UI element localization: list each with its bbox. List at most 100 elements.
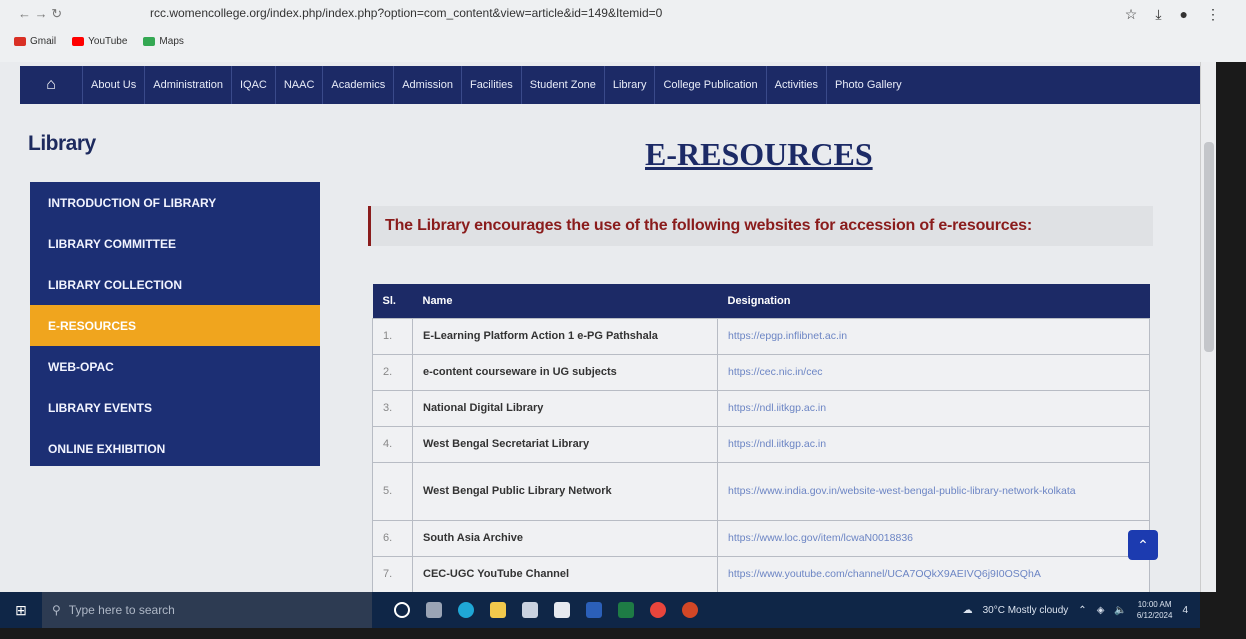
row-sl: 2. <box>372 353 413 391</box>
taskbar-search[interactable]: ⚲ Type here to search <box>42 592 372 628</box>
header-name: Name <box>412 284 718 318</box>
scroll-to-top-button[interactable]: ⌃ <box>1128 530 1158 560</box>
nav-iqac[interactable]: IQAC <box>230 66 275 104</box>
top-navigation: ⌂ About Us Administration IQAC NAAC Acad… <box>20 66 1200 104</box>
row-name: South Asia Archive <box>412 519 718 557</box>
row-sl: 7. <box>372 555 413 592</box>
cortana-icon[interactable] <box>394 602 410 618</box>
powerpoint-icon[interactable] <box>682 602 698 618</box>
search-placeholder: Type here to search <box>68 603 175 617</box>
maps-icon <box>143 37 156 46</box>
page-scrollbar[interactable] <box>1200 62 1216 592</box>
row-link[interactable]: https://ndl.iitkgp.ac.in <box>717 389 1150 427</box>
row-link[interactable]: https://www.loc.gov/item/lcwaN0018836 <box>717 519 1150 557</box>
back-forward-icons[interactable]: ← → ↻ <box>18 6 62 22</box>
excel-icon[interactable] <box>618 602 634 618</box>
row-name: e-content courseware in UG subjects <box>412 353 718 391</box>
row-sl: 1. <box>372 317 413 355</box>
weather-icon: ☁ <box>962 604 973 616</box>
table-row: 5. West Bengal Public Library Network ht… <box>372 461 1150 521</box>
page-title: E-RESOURCES <box>645 136 873 172</box>
word-icon[interactable] <box>586 602 602 618</box>
mail-icon[interactable] <box>554 602 570 618</box>
sidebar-item-events[interactable]: LIBRARY EVENTS <box>30 387 320 428</box>
bookmark-star-icon[interactable]: ☆ <box>1125 6 1138 23</box>
table-row: 2. e-content courseware in UG subjects h… <box>372 353 1150 391</box>
nav-administration[interactable]: Administration <box>144 66 231 104</box>
menu-dots-icon[interactable]: ⋮ <box>1206 6 1220 23</box>
row-link[interactable]: https://cec.nic.in/cec <box>717 353 1150 391</box>
clock-time: 10:00 AM <box>1137 600 1172 609</box>
profile-icon[interactable]: ● <box>1180 6 1188 23</box>
row-link[interactable]: https://epgp.inflibnet.ac.in <box>717 317 1150 355</box>
browser-chrome: ← → ↻ rcc.womencollege.org/index.php/ind… <box>0 0 1246 62</box>
download-icon[interactable]: ⤓ <box>1155 6 1161 23</box>
table-row: 1. E-Learning Platform Action 1 e-PG Pat… <box>372 317 1150 355</box>
chevron-up-icon: ⌃ <box>1137 537 1149 553</box>
store-icon[interactable] <box>522 602 538 618</box>
row-name: West Bengal Public Library Network <box>412 461 718 521</box>
youtube-icon <box>72 37 85 46</box>
web-page: ⌂ About Us Administration IQAC NAAC Acad… <box>0 62 1200 592</box>
nav-about-us[interactable]: About Us <box>82 66 144 104</box>
windows-taskbar: ⊞ ⚲ Type here to search ☁ 30°C Mostly cl… <box>0 592 1200 628</box>
home-icon[interactable]: ⌂ <box>20 66 82 104</box>
sidebar-item-committee[interactable]: LIBRARY COMMITTEE <box>30 223 320 264</box>
nav-student-zone[interactable]: Student Zone <box>520 66 604 104</box>
weather-text[interactable]: 30°C Mostly cloudy <box>983 605 1069 616</box>
sidebar-menu: INTRODUCTION OF LIBRARY LIBRARY COMMITTE… <box>30 182 320 466</box>
nav-admission[interactable]: Admission <box>393 66 461 104</box>
task-view-icon[interactable] <box>426 602 442 618</box>
bookmark-youtube[interactable]: YouTube <box>72 36 127 47</box>
tray-chevron-icon[interactable]: ⌃ <box>1078 605 1086 616</box>
intro-text: The Library encourages the use of the fo… <box>385 217 1032 234</box>
sidebar-item-web-opac[interactable]: WEB-OPAC <box>30 346 320 387</box>
row-link[interactable]: https://www.india.gov.in/website-west-be… <box>717 461 1150 521</box>
intro-banner: The Library encourages the use of the fo… <box>368 206 1153 246</box>
network-icon[interactable]: ◈ <box>1097 605 1105 616</box>
nav-library[interactable]: Library <box>603 66 655 104</box>
sidebar-title: Library <box>28 132 96 155</box>
sidebar-item-introduction[interactable]: INTRODUCTION OF LIBRARY <box>30 182 320 223</box>
taskbar-apps <box>394 602 698 618</box>
sidebar-item-collection[interactable]: LIBRARY COLLECTION <box>30 264 320 305</box>
sidebar-item-e-resources[interactable]: E-RESOURCES <box>30 305 320 346</box>
table-row: 3. National Digital Library https://ndl.… <box>372 389 1150 427</box>
nav-naac[interactable]: NAAC <box>274 66 323 104</box>
address-bar[interactable]: ← → ↻ rcc.womencollege.org/index.php/ind… <box>0 2 1130 26</box>
row-sl: 4. <box>372 425 413 463</box>
row-link[interactable]: https://www.youtube.com/channel/UCA7OQkX… <box>717 555 1150 592</box>
nav-academics[interactable]: Academics <box>322 66 393 104</box>
chrome-icon[interactable] <box>650 602 666 618</box>
nav-activities[interactable]: Activities <box>765 66 826 104</box>
windows-start-icon[interactable]: ⊞ <box>0 602 42 619</box>
row-name: CEC-UGC YouTube Channel <box>412 555 718 592</box>
scrollbar-thumb[interactable] <box>1204 142 1214 352</box>
notification-icon[interactable]: 4 <box>1182 605 1188 616</box>
file-explorer-icon[interactable] <box>490 602 506 618</box>
nav-facilities[interactable]: Facilities <box>460 66 521 104</box>
nav-college-publication[interactable]: College Publication <box>654 66 765 104</box>
clock-date: 6/12/2024 <box>1136 611 1173 620</box>
bookmarks-bar: Gmail YouTube Maps <box>14 36 184 47</box>
row-name: West Bengal Secretariat Library <box>412 425 718 463</box>
bookmark-gmail[interactable]: Gmail <box>14 36 56 47</box>
table-row: 6. South Asia Archive https://www.loc.go… <box>372 519 1150 557</box>
gmail-icon <box>14 37 26 46</box>
sidebar-item-online-exhibition[interactable]: ONLINE EXHIBITION <box>30 428 320 469</box>
row-link[interactable]: https://ndl.iitkgp.ac.in <box>717 425 1150 463</box>
edge-icon[interactable] <box>458 602 474 618</box>
row-name: E-Learning Platform Action 1 e-PG Pathsh… <box>412 317 718 355</box>
e-resources-table: Sl. Name Designation 1. E-Learning Platf… <box>372 284 1150 592</box>
bookmark-maps[interactable]: Maps <box>143 36 184 47</box>
row-name: National Digital Library <box>412 389 718 427</box>
nav-photo-gallery[interactable]: Photo Gallery <box>826 66 910 104</box>
taskbar-clock[interactable]: 10:00 AM 6/12/2024 <box>1137 599 1173 621</box>
address-url[interactable]: rcc.womencollege.org/index.php/index.php… <box>150 6 662 20</box>
table-row: 7. CEC-UGC YouTube Channel https://www.y… <box>372 555 1150 592</box>
volume-icon[interactable]: 🔈 <box>1114 605 1126 616</box>
table-header-row: Sl. Name Designation <box>372 284 1150 318</box>
row-sl: 6. <box>372 519 413 557</box>
row-sl: 5. <box>372 461 413 521</box>
table-row: 4. West Bengal Secretariat Library https… <box>372 425 1150 463</box>
